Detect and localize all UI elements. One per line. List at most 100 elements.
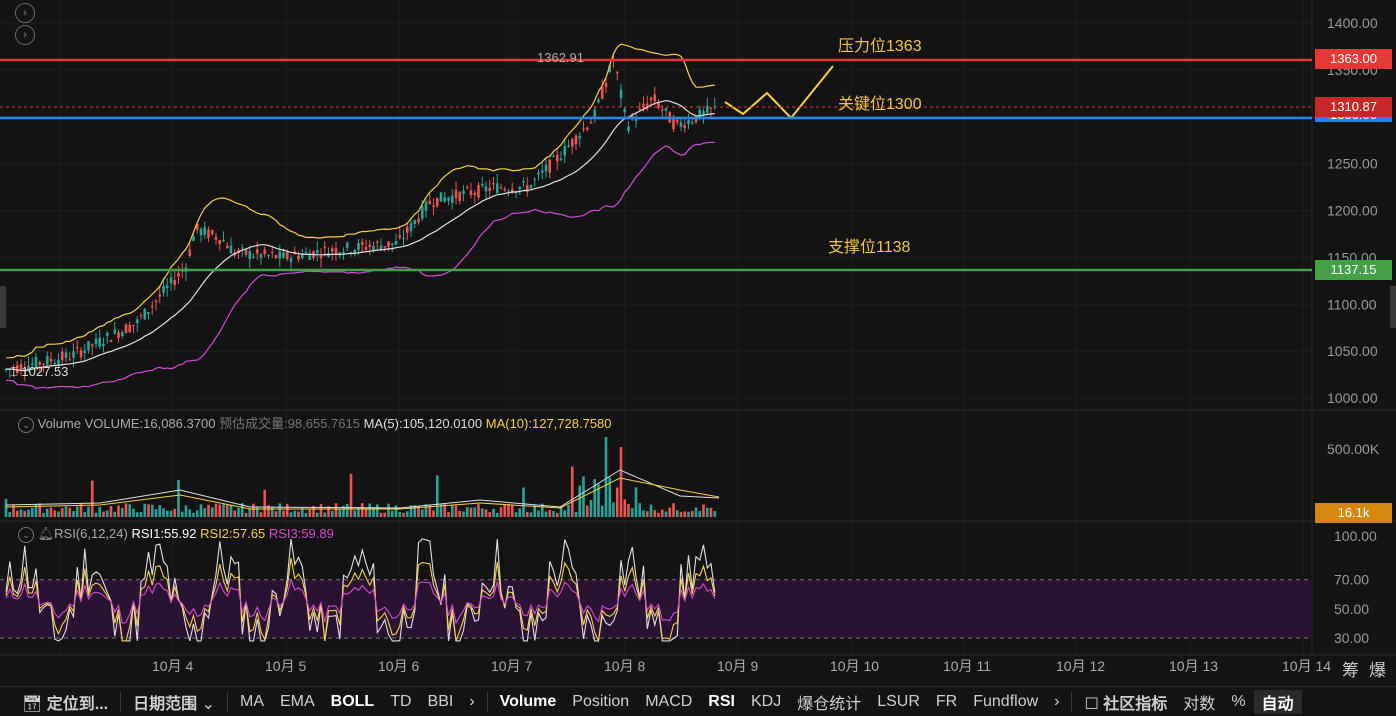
volume-bar: [315, 512, 319, 517]
indicator-td[interactable]: TD: [382, 693, 419, 711]
candle-body: [413, 220, 417, 224]
x-tick-label: 10月 10: [830, 658, 879, 674]
volume-bar: [150, 504, 154, 517]
rsi-title: RSI(6,12,24): [54, 526, 128, 541]
volume-bar: [420, 509, 424, 517]
chevron-right-icon[interactable]: ›: [461, 693, 482, 711]
volume-bar: [42, 512, 45, 517]
sub-indicator-fr[interactable]: FR: [928, 693, 965, 711]
volume-bar: [274, 511, 278, 517]
candle-body: [222, 239, 225, 242]
price-tick-label: 1100.00: [1327, 296, 1377, 312]
volume-bar: [132, 508, 135, 517]
volume-bar: [169, 510, 173, 517]
community-indicators-button[interactable]: ☐ 社区指标: [1076, 690, 1175, 714]
collapse-icon[interactable]: ⌄: [18, 417, 34, 433]
liquidation-icon[interactable]: 爆: [1369, 656, 1386, 681]
right-collapse-handle[interactable]: [1390, 286, 1396, 328]
sub-indicator-kdj[interactable]: KDJ: [743, 693, 789, 711]
candle-body: [105, 332, 109, 336]
volume-bar: [507, 503, 510, 517]
expand-icon-2[interactable]: ›: [15, 25, 35, 45]
candle-body: [207, 229, 210, 239]
sub-indicator-rsi[interactable]: RSI: [700, 693, 743, 711]
volume-bar: [473, 507, 477, 517]
sub-indicator-volume[interactable]: Volume: [492, 693, 565, 711]
sub-indicator-macd[interactable]: MACD: [637, 693, 700, 711]
volume-bar: [319, 504, 323, 517]
expand-icon[interactable]: ›: [15, 3, 35, 23]
left-collapse-handle[interactable]: [0, 286, 6, 328]
volume-bar: [529, 512, 533, 517]
candle-body: [559, 158, 563, 161]
chart-canvas[interactable]: 1400.001350.001250.001200.001150.001100.…: [0, 0, 1396, 686]
volume-bar: [255, 506, 259, 517]
indicator-bbi[interactable]: BBI: [420, 693, 462, 711]
bell-icon[interactable]: 🔔︎: [38, 526, 55, 541]
volume-bar: [263, 489, 267, 517]
volume-bar: [398, 511, 402, 517]
volume-bar: [45, 508, 49, 517]
sub-indicator-position[interactable]: Position: [564, 693, 637, 711]
candle-body: [488, 187, 492, 192]
volume-bar: [702, 504, 705, 517]
volume-bar: [450, 505, 454, 517]
candle-body: [192, 236, 195, 242]
candle-body: [522, 181, 525, 183]
volume-bar: [394, 505, 398, 517]
candle-body: [675, 119, 679, 123]
date-range-button[interactable]: 日期范围 ⌄: [125, 690, 223, 714]
candle-body: [188, 249, 192, 257]
log-scale-button[interactable]: 对数: [1175, 690, 1223, 714]
auto-scale-button[interactable]: 自动: [1253, 689, 1302, 714]
volume-bar: [525, 511, 529, 517]
candle-body: [672, 119, 675, 130]
x-tick-label: 10月 14: [1282, 658, 1331, 674]
price-tick-label: 1000.00: [1327, 390, 1378, 406]
candle-body: [203, 227, 207, 236]
candle-body: [64, 352, 68, 358]
volume-bar: [364, 508, 368, 517]
volume-bar: [180, 511, 184, 517]
candle-body: [263, 249, 267, 255]
candle-body: [383, 246, 387, 248]
volume-title: Volume: [37, 416, 81, 431]
candle-body: [375, 241, 379, 243]
percent-scale-button[interactable]: %: [1223, 693, 1253, 711]
sub-indicator-lsur[interactable]: LSUR: [869, 693, 928, 711]
candle-body: [450, 195, 454, 203]
horizontal-levels[interactable]: [0, 58, 1312, 272]
locate-button[interactable]: 📅︎ 定位到...: [0, 690, 116, 714]
candle-body: [345, 242, 349, 249]
ma10-value: MA(10):127,728.7580: [485, 416, 612, 431]
candle-body: [113, 329, 117, 334]
indicator-ema[interactable]: EMA: [272, 693, 323, 711]
volume-bar: [353, 510, 357, 517]
volume-bar: [330, 510, 334, 517]
projection-path: [724, 65, 834, 120]
sub-indicator-fundflow[interactable]: Fundflow: [965, 693, 1046, 711]
volume-bar: [642, 510, 645, 517]
volume-bar: [653, 510, 657, 517]
indicator-ma[interactable]: MA: [232, 693, 272, 711]
sub-indicator-liquidation[interactable]: 爆仓统计: [789, 690, 869, 714]
candle-body: [660, 109, 664, 111]
volume-bar: [555, 512, 559, 517]
volume-bar: [297, 511, 300, 517]
candle-body: [533, 179, 537, 181]
chevron-right-icon[interactable]: ›: [1046, 693, 1067, 711]
volume-bar: [49, 507, 53, 517]
volume-bar: [102, 511, 105, 517]
volume-bars: [4, 437, 720, 517]
x-tick-label: 10月 5: [265, 658, 306, 674]
candle-body: [124, 324, 128, 334]
chips-icon[interactable]: 筹: [1342, 656, 1359, 681]
candle-body: [424, 201, 428, 211]
volume-bar: [177, 479, 180, 517]
indicator-boll[interactable]: BOLL: [323, 693, 383, 711]
collapse-icon[interactable]: ⌄: [18, 527, 34, 543]
volume-bar: [270, 506, 274, 517]
candle-body: [687, 120, 690, 125]
candle-body: [218, 240, 222, 245]
rsi1-value: RSI1:55.92: [131, 526, 197, 541]
